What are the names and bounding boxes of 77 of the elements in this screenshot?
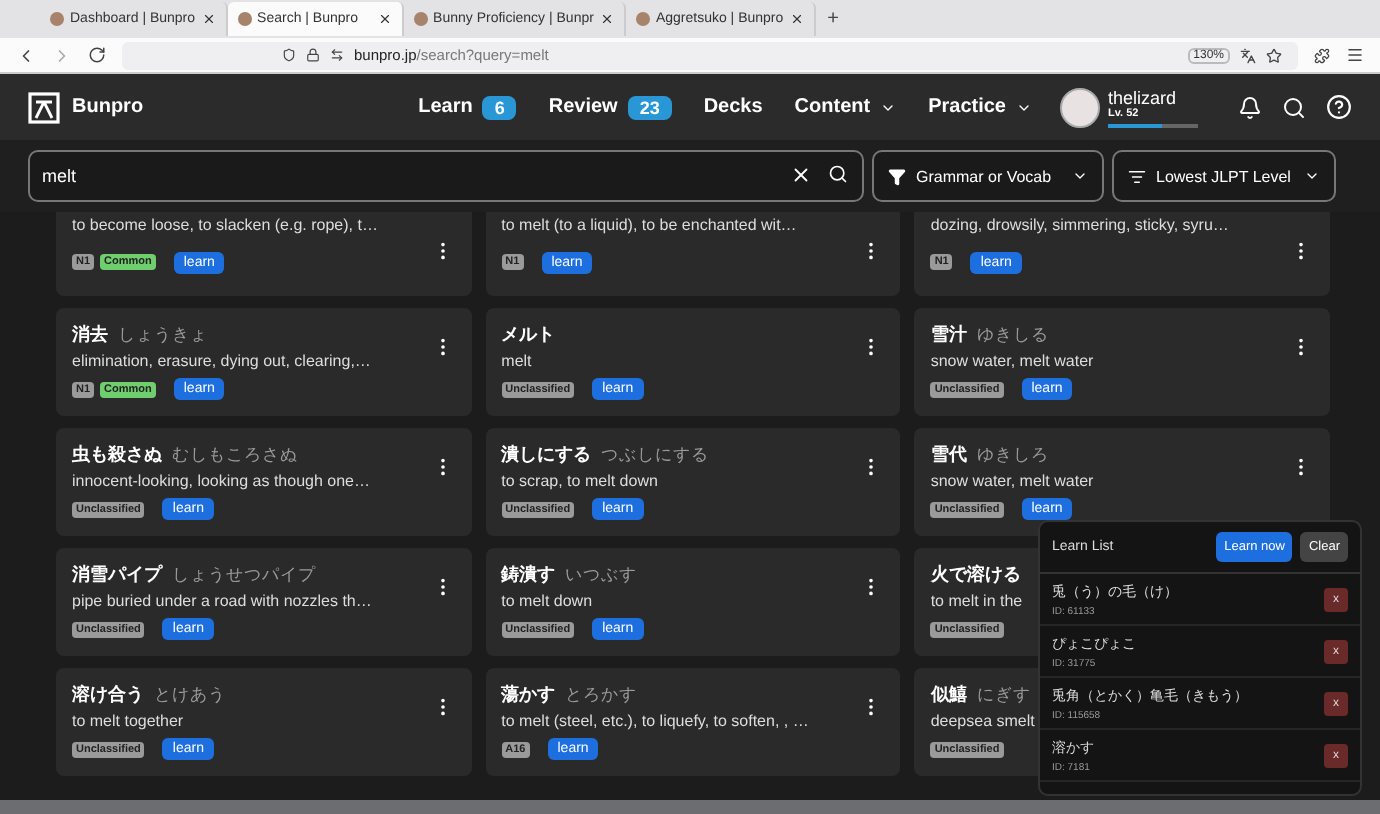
word-text: 蕩かす bbox=[501, 682, 556, 708]
word-text: 溶け合う bbox=[72, 682, 144, 708]
help-icon[interactable] bbox=[1326, 94, 1352, 120]
reading-text: ゆきしろ bbox=[976, 444, 1049, 468]
filter-dropdown[interactable]: Grammar or Vocab bbox=[872, 150, 1104, 202]
search-icon[interactable] bbox=[828, 164, 848, 184]
nav-link[interactable]: Learn 6 bbox=[418, 95, 517, 119]
filter-icon bbox=[888, 167, 906, 185]
word-text: 似鱚 bbox=[930, 682, 967, 708]
search-icon[interactable] bbox=[1282, 95, 1306, 119]
sort-dropdown[interactable]: Lowest JLPT Level bbox=[1112, 150, 1336, 202]
meaning-text: melt bbox=[501, 351, 532, 371]
extension-icon[interactable] bbox=[1314, 47, 1330, 63]
meaning-text: to melt together bbox=[72, 711, 184, 731]
meaning-text: dozing, drowsily, simmering, sticky, syru… bbox=[930, 216, 1229, 238]
star-icon[interactable] bbox=[1266, 47, 1282, 63]
count-badge: 6 bbox=[482, 95, 517, 119]
word-text: 潰しにする bbox=[501, 442, 592, 468]
lock-icon bbox=[306, 48, 320, 62]
close-icon[interactable] bbox=[377, 12, 392, 26]
word-text: 鋳潰す bbox=[501, 562, 556, 588]
meaning-text: elimination, erasure, dying out, clearing,… bbox=[72, 351, 371, 371]
caret-icon bbox=[1304, 168, 1320, 184]
meaning-text: to become loose, to slacken (e.g. rope), t… bbox=[72, 216, 378, 238]
brand-name[interactable]: Bunpro bbox=[72, 96, 144, 118]
reading-text: しょうせつパイプ bbox=[172, 564, 316, 588]
close-icon[interactable] bbox=[599, 12, 614, 26]
close-icon[interactable] bbox=[790, 164, 812, 186]
meaning-text: to melt (steel, etc.), to liquefy, to soften, , … bbox=[501, 711, 809, 731]
search-field[interactable]: melt bbox=[28, 150, 864, 202]
avatar[interactable] bbox=[1060, 87, 1100, 127]
new-tab-button[interactable]: + bbox=[827, 8, 839, 30]
word-text: 虫も殺さぬ bbox=[72, 442, 162, 468]
reload-icon[interactable] bbox=[88, 46, 106, 64]
user-name: thelizard bbox=[1108, 87, 1179, 107]
meaning-text: to scrap, to melt down bbox=[501, 471, 658, 491]
word-text: 消去 bbox=[72, 322, 108, 348]
bell-icon[interactable] bbox=[1238, 95, 1262, 119]
menu-icon[interactable] bbox=[1346, 46, 1364, 64]
reading-text: ゆきしる bbox=[976, 324, 1049, 348]
favicon-icon bbox=[635, 12, 650, 26]
meaning-text: snow water, melt water bbox=[930, 471, 1094, 491]
caret-icon bbox=[1072, 168, 1088, 184]
word-text: 雪汁 bbox=[930, 322, 967, 348]
reading-text: とけあう bbox=[154, 684, 226, 708]
favicon-icon bbox=[50, 12, 64, 26]
word-text: 火で溶ける bbox=[930, 562, 1021, 588]
reading-text: とろかす bbox=[565, 684, 638, 708]
reading-text: しょうきょ bbox=[118, 324, 208, 348]
reading-text: にぎす bbox=[976, 684, 1031, 708]
nav-link[interactable]: Review 23 bbox=[548, 95, 672, 119]
sort-icon bbox=[1128, 167, 1146, 185]
close-icon[interactable] bbox=[789, 12, 804, 26]
nav-link[interactable]: Decks bbox=[703, 96, 763, 118]
meaning-text: to melt (to a liquid), to be enchanted wit… bbox=[501, 216, 797, 238]
logo-icon[interactable] bbox=[28, 91, 60, 123]
translate-icon[interactable] bbox=[1240, 47, 1256, 63]
reading-text: つぶしにする bbox=[601, 444, 710, 468]
shield-icon bbox=[282, 48, 296, 62]
meaning-text: snow water, melt water bbox=[930, 351, 1094, 371]
word-text: 雪代 bbox=[930, 442, 967, 468]
reading-text: むしもころさぬ bbox=[172, 444, 298, 468]
favicon-icon bbox=[413, 12, 428, 26]
meaning-text: deepsea smelt bbox=[930, 711, 1035, 731]
word-text: 消雪パイプ bbox=[72, 562, 162, 588]
swap-icon bbox=[330, 48, 344, 62]
meaning-text: to melt down bbox=[501, 591, 593, 611]
meaning-text: pipe buried under a road with nozzles th… bbox=[72, 591, 372, 611]
reading-text: いつぶす bbox=[565, 564, 638, 588]
close-icon[interactable] bbox=[201, 12, 216, 26]
nav-link[interactable]: Content bbox=[794, 96, 897, 118]
favicon-icon bbox=[237, 12, 252, 26]
meaning-text: to melt in the bbox=[930, 591, 1023, 611]
count-badge: 23 bbox=[627, 95, 672, 119]
word-text: メルト bbox=[501, 322, 556, 348]
nav-link[interactable]: Practice bbox=[928, 96, 1032, 118]
meaning-text: innocent-looking, looking as though one… bbox=[72, 471, 370, 491]
